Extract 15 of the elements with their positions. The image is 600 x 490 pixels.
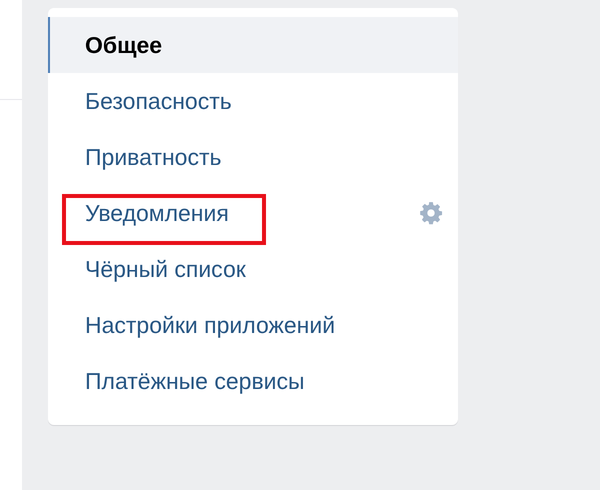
- menu-label: Настройки приложений: [85, 310, 336, 340]
- menu-item[interactable]: Приватность: [48, 129, 458, 185]
- menu-item[interactable]: Безопасность: [48, 73, 458, 129]
- menu-label: Безопасность: [85, 86, 232, 116]
- menu-label: Чёрный список: [85, 254, 246, 284]
- menu-item[interactable]: Платёжные сервисы: [48, 353, 458, 409]
- menu-item[interactable]: Уведомления: [48, 185, 458, 241]
- menu-item[interactable]: Общее: [48, 17, 458, 73]
- menu-item[interactable]: Настройки приложений: [48, 297, 458, 353]
- menu-label: Уведомления: [85, 198, 229, 228]
- menu-label: Платёжные сервисы: [85, 366, 305, 396]
- menu-item[interactable]: Чёрный список: [48, 241, 458, 297]
- menu-label: Общее: [85, 30, 162, 60]
- settings-icon[interactable]: [418, 200, 444, 226]
- menu-label: Приватность: [85, 142, 222, 172]
